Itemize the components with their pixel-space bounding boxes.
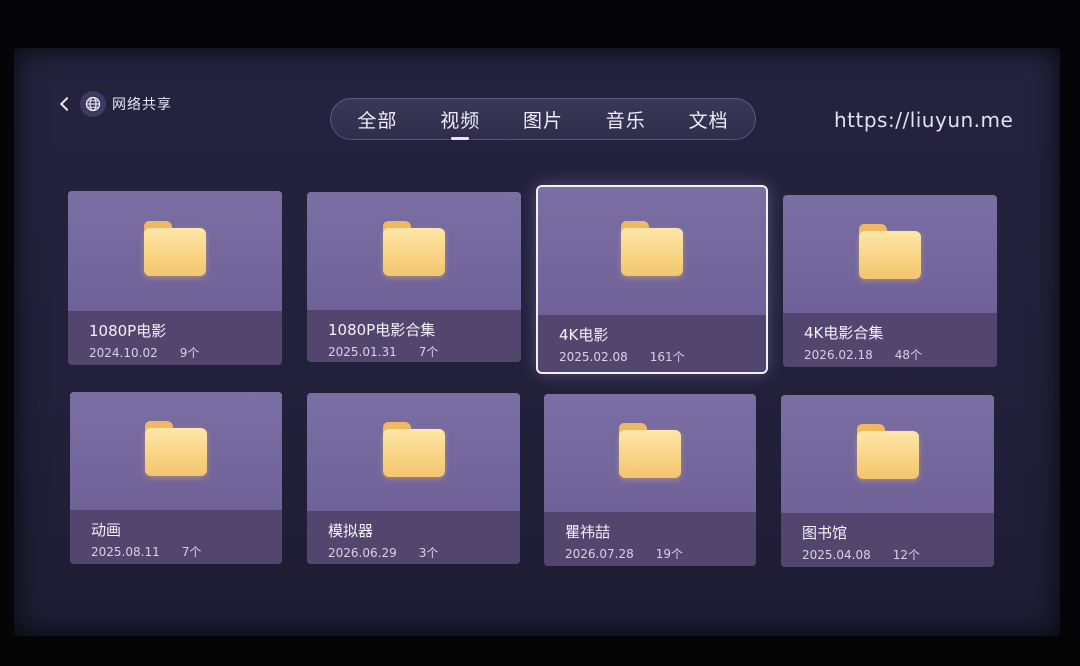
folder-info-panel: 动画 2025.08.11 7个 — [70, 510, 282, 564]
folder-icon — [621, 221, 683, 276]
folder-card[interactable]: 4K电影合集 2026.02.18 48个 — [783, 195, 997, 367]
folder-icon — [145, 421, 207, 476]
folder-icon — [619, 423, 681, 478]
chevron-left-icon — [59, 96, 75, 112]
globe-icon — [80, 91, 106, 117]
folder-card[interactable]: 动画 2025.08.11 7个 — [70, 392, 282, 564]
folder-meta: 2026.02.18 48个 — [804, 346, 922, 363]
folder-date: 2026.02.18 — [804, 348, 873, 362]
folder-thumbnail — [70, 392, 282, 510]
folder-meta: 2025.01.31 7个 — [328, 343, 438, 360]
tab-video[interactable]: 视频 — [432, 106, 488, 140]
folder-icon — [859, 224, 921, 279]
folder-name: 4K电影合集 — [804, 324, 884, 342]
folder-date: 2025.08.11 — [91, 545, 160, 559]
folder-card[interactable]: 1080P电影合集 2025.01.31 7个 — [307, 192, 521, 362]
folder-item-count: 9个 — [179, 346, 200, 360]
folder-date: 2025.04.08 — [802, 548, 871, 562]
tab-music[interactable]: 音乐 — [598, 106, 654, 133]
folder-thumbnail — [544, 394, 756, 512]
folder-name: 图书馆 — [802, 524, 848, 542]
folder-item-count: 7个 — [181, 545, 202, 559]
folder-name: 1080P电影 — [89, 322, 167, 340]
tab-pictures[interactable]: 图片 — [515, 106, 571, 133]
tv-bezel — [0, 636, 1080, 666]
folder-card[interactable]: 瞿祎喆 2026.07.28 19个 — [544, 394, 756, 566]
folder-info-panel: 1080P电影合集 2025.01.31 7个 — [307, 310, 521, 362]
folder-card[interactable]: 模拟器 2026.06.29 3个 — [307, 393, 520, 564]
folder-thumbnail — [538, 187, 766, 315]
folder-thumbnail — [307, 192, 521, 310]
folder-name: 1080P电影合集 — [328, 321, 436, 339]
tab-documents[interactable]: 文档 — [681, 106, 737, 133]
folder-card[interactable]: 4K电影 2025.02.08 161个 — [538, 187, 766, 372]
folder-icon — [144, 221, 206, 276]
folder-name: 动画 — [91, 521, 122, 539]
folder-item-count: 161个 — [649, 350, 685, 364]
category-tabs: 全部 视频 图片 音乐 文档 — [330, 98, 756, 140]
folder-card[interactable]: 图书馆 2025.04.08 12个 — [781, 395, 994, 567]
folder-meta: 2026.07.28 19个 — [565, 545, 683, 562]
folder-thumbnail — [68, 191, 282, 311]
folder-meta: 2026.06.29 3个 — [328, 544, 438, 561]
folder-name: 模拟器 — [328, 522, 374, 540]
folder-info-panel: 模拟器 2026.06.29 3个 — [307, 511, 520, 564]
folder-meta: 2025.08.11 7个 — [91, 543, 201, 560]
folder-icon — [383, 221, 445, 276]
folder-name: 瞿祎喆 — [565, 523, 611, 541]
folder-item-count: 19个 — [655, 547, 683, 561]
folder-info-panel: 4K电影合集 2026.02.18 48个 — [783, 313, 997, 367]
folder-icon — [383, 422, 445, 477]
folder-name: 4K电影 — [559, 326, 609, 344]
folder-info-panel: 1080P电影 2024.10.02 9个 — [68, 311, 282, 365]
folder-item-count: 12个 — [892, 548, 920, 562]
folder-thumbnail — [781, 395, 994, 513]
folder-icon — [857, 424, 919, 479]
folder-meta: 2025.04.08 12个 — [802, 546, 920, 563]
folder-date: 2025.02.08 — [559, 350, 628, 364]
folder-date: 2026.06.29 — [328, 546, 397, 560]
folder-meta: 2024.10.02 9个 — [89, 344, 199, 361]
folder-thumbnail — [307, 393, 520, 511]
folder-thumbnail — [783, 195, 997, 313]
folder-item-count: 7个 — [418, 345, 439, 359]
folder-info-panel: 图书馆 2025.04.08 12个 — [781, 513, 994, 567]
folder-date: 2025.01.31 — [328, 345, 397, 359]
folder-meta: 2025.02.08 161个 — [559, 348, 685, 365]
watermark-url: https://liuyun.me — [834, 108, 1014, 132]
folder-item-count: 48个 — [894, 348, 922, 362]
folder-card[interactable]: 1080P电影 2024.10.02 9个 — [68, 191, 282, 365]
location-label: 网络共享 — [112, 97, 172, 113]
folder-date: 2024.10.02 — [89, 346, 158, 360]
folder-item-count: 3个 — [418, 546, 439, 560]
tab-all[interactable]: 全部 — [349, 106, 405, 133]
back-button[interactable]: 网络共享 — [59, 91, 172, 117]
folder-info-panel: 4K电影 2025.02.08 161个 — [538, 315, 766, 372]
folder-info-panel: 瞿祎喆 2026.07.28 19个 — [544, 512, 756, 566]
folder-date: 2026.07.28 — [565, 547, 634, 561]
